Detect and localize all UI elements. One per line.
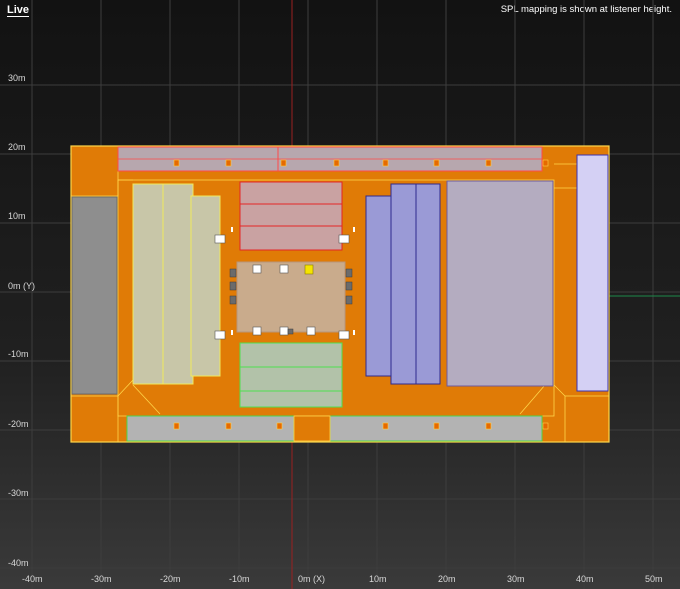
x-tick-label: 0m (X) [298,574,325,584]
venue-plan-view[interactable]: Live SPL mapping is shown at listener he… [0,0,680,589]
y-tick-labels: 30m 20m 10m 0m (Y) -10m -20m -30m -40m [8,73,35,568]
y-tick-label: 30m [8,73,26,83]
speaker-icon[interactable] [304,264,314,275]
x-tick-label: -10m [229,574,250,584]
front-seating-red[interactable] [239,181,343,251]
y-tick-label: 0m (Y) [8,281,35,291]
y-tick-label: -30m [8,488,29,498]
plan-canvas[interactable]: -40m -30m -20m -10m 0m (X) 10m 20m 30m 4… [0,0,680,589]
y-tick-label: 20m [8,142,26,152]
x-tick-label: 10m [369,574,387,584]
x-tick-label: -20m [160,574,181,584]
y-tick-label: -40m [8,558,29,568]
x-tick-label: 50m [645,574,663,584]
x-tick-label: 30m [507,574,525,584]
right-seating-blue[interactable] [365,183,441,385]
bottom-center-entrance [293,415,331,442]
bottom-seating-block-left[interactable] [126,415,295,442]
y-tick-label: -20m [8,419,29,429]
y-tick-label: 10m [8,211,26,221]
x-tick-label: -30m [91,574,112,584]
left-seating-area[interactable] [132,183,221,385]
right-main-floor[interactable] [446,180,554,387]
x-tick-label: 20m [438,574,456,584]
left-side-block[interactable] [71,196,118,395]
x-tick-labels: -40m -30m -20m -10m 0m (X) 10m 20m 30m 4… [22,574,663,584]
y-tick-label: -10m [8,349,29,359]
x-tick-label: 40m [576,574,594,584]
rear-seating-green[interactable] [239,342,343,408]
x-tick-label: -40m [22,574,43,584]
right-side-block[interactable] [576,154,609,392]
